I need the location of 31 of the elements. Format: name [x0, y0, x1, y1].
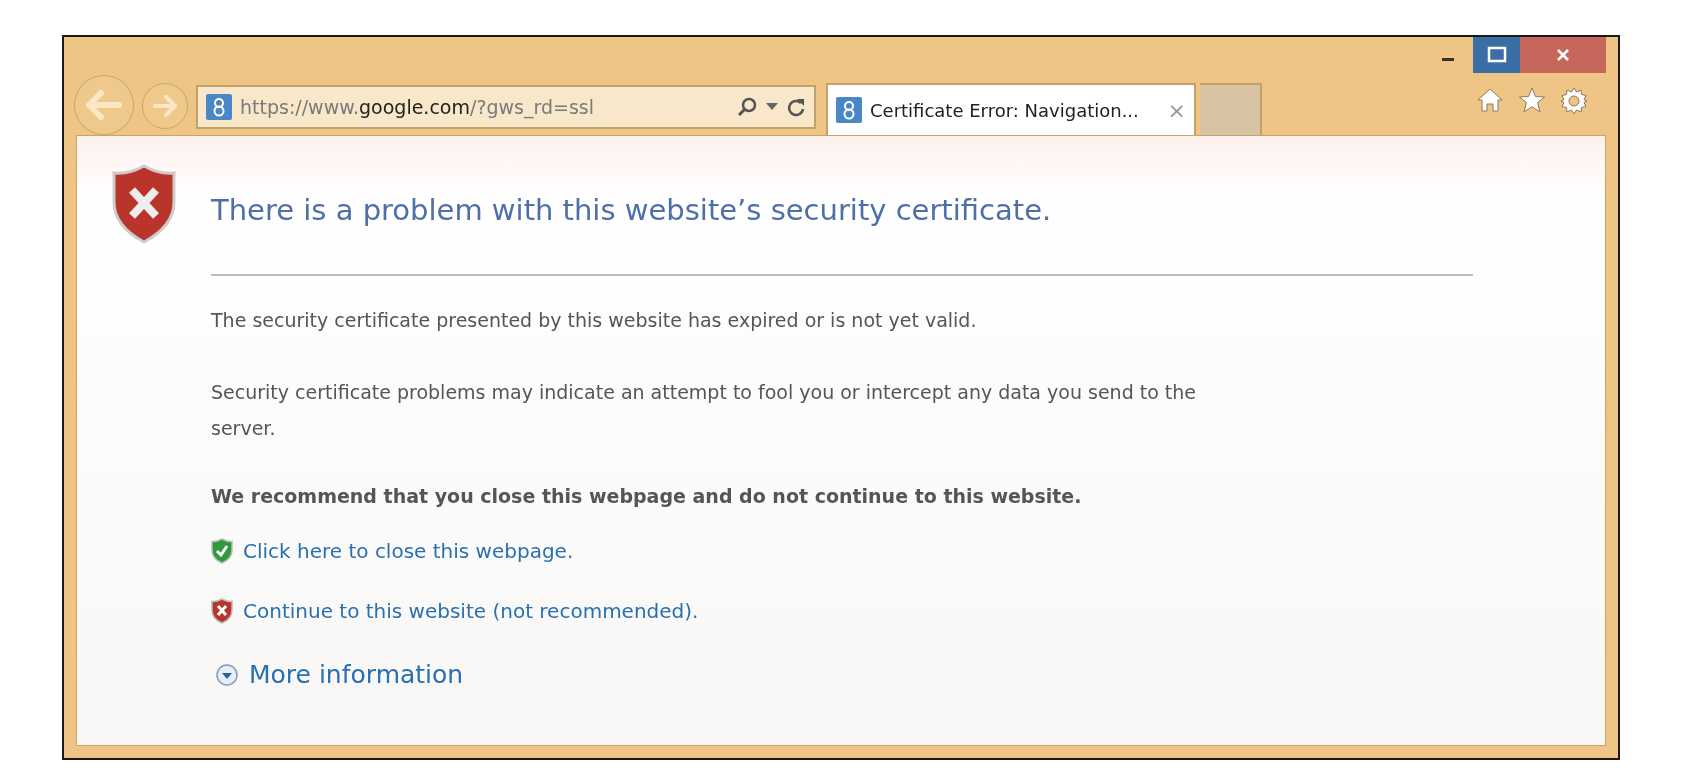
expand-icon[interactable]	[215, 663, 239, 688]
back-arrow-icon	[85, 90, 123, 120]
error-shield-icon	[211, 598, 233, 625]
settings-icon[interactable]	[1560, 87, 1588, 115]
body-text: Security certificate problems may indicate an attempt to fool you or intercept any data you send to the server.	[211, 379, 1198, 441]
check-shield-icon	[211, 538, 233, 565]
url-text: https://www.google.com/?gws_rd=ssl	[240, 94, 596, 121]
more-information-link[interactable]: More information	[249, 656, 464, 694]
close-icon	[1555, 47, 1571, 63]
tab-title: Certificate Error: Navigation...	[870, 98, 1140, 123]
dropdown-caret-icon[interactable]	[766, 103, 778, 111]
maximize-icon	[1486, 46, 1507, 64]
search-icon[interactable]	[736, 96, 758, 118]
tab-close-button[interactable]: ×	[1167, 93, 1186, 127]
refresh-icon[interactable]	[786, 96, 806, 118]
browser-tab[interactable]: Certificate Error: Navigation... ×	[826, 83, 1196, 135]
star-icon[interactable]	[1518, 87, 1546, 113]
close-page-link[interactable]: Click here to close this webpage.	[243, 536, 574, 567]
error-heading: There is a problem with this website’s security certificate.	[211, 192, 1053, 229]
forward-button[interactable]	[142, 83, 188, 129]
address-bar[interactable]: https://www.google.com/?gws_rd=ssl	[196, 85, 816, 129]
forward-arrow-icon	[152, 95, 178, 117]
maximize-button[interactable]	[1473, 37, 1520, 73]
continue-link[interactable]: Continue to this website (not recommended).	[243, 596, 699, 627]
favicon	[206, 94, 232, 120]
minimize-icon	[1442, 57, 1454, 61]
recommendation-text: We recommend that you close this webpage and do not continue to this website.	[211, 483, 1083, 509]
error-shield-icon	[111, 164, 177, 244]
home-icon[interactable]	[1476, 87, 1504, 113]
favicon	[836, 97, 862, 123]
body-text: The security certificate presented by this website has expired or is not yet valid.	[211, 307, 978, 333]
